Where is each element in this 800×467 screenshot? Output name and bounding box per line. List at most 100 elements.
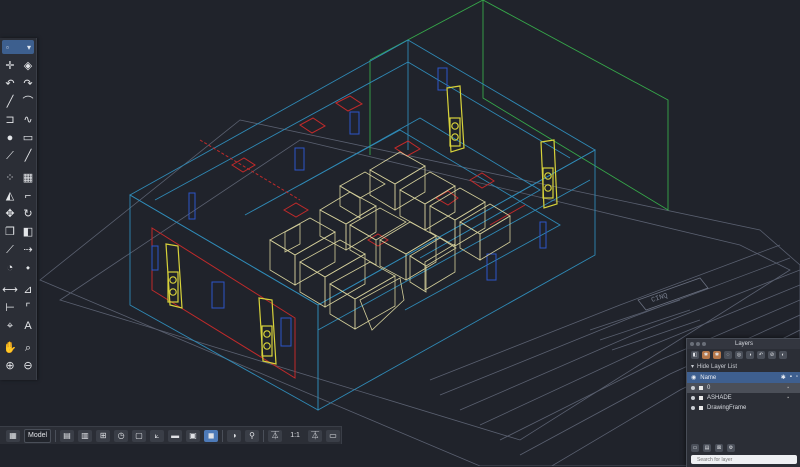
freeze-column-icon: ✱ [780,375,786,381]
layers-panel-titlebar[interactable]: Layers [687,339,800,349]
angle-dimension-icon[interactable]: ⊿ [20,282,36,298]
block-icon[interactable]: ⁘ [2,170,18,186]
model-viewport[interactable]: CINQ [0,0,800,466]
lineweight-icon[interactable]: ▬ [168,429,183,442]
arc-icon[interactable]: ⌒ [20,94,36,110]
new-group-icon[interactable]: ▤ [703,444,711,452]
layer-search-input[interactable] [691,455,797,464]
visibility-icon[interactable] [691,386,695,390]
color-wheel-icon[interactable]: ◈ [20,58,36,74]
boolean-icon[interactable]: ◔ [2,260,18,276]
layer-list-header[interactable]: ◉ Name ✱ ▪ ▫ [687,372,800,383]
name-column-header: Name [700,374,717,381]
palette-header[interactable]: ▫ ▾ [2,40,34,54]
layer-isolate-icon[interactable]: ◎ [735,351,743,359]
visibility-icon[interactable] [691,396,695,400]
isolate-objects-icon[interactable]: ◑ [227,429,242,442]
plot-column-icon: ▫ [795,374,798,380]
redo-icon[interactable]: ↷ [20,76,36,92]
new-layer-icon[interactable]: ▭ [691,444,699,452]
annotation-scale-icon[interactable]: ⏄ [268,429,283,442]
lock-column-icon: ▪ [789,374,792,380]
line-icon[interactable]: ╱ [2,94,18,110]
mirror-icon[interactable]: ◭ [2,188,18,204]
annotation-scale-select[interactable]: 1:1 [286,430,304,442]
layers-panel-footer: ▭ ▤ ⊠ ⚙ [687,441,800,467]
layer-walk-icon[interactable]: ⊘ [768,351,776,359]
paste-icon[interactable]: ◧ [20,224,36,240]
layer-row[interactable]: 0 ▪ [687,383,800,393]
settings-gear-icon[interactable]: ⚙ [727,444,735,452]
trim-icon[interactable]: ⟋ [2,242,18,258]
close-dot[interactable] [690,342,694,346]
extend-icon[interactable]: ⇢ [20,242,36,258]
spline-icon[interactable]: ∿ [20,112,36,128]
layer-off-icon[interactable]: ◌ [724,351,732,359]
selection-cycling-icon[interactable]: ◼ [204,429,219,442]
zoom-icon[interactable]: ⌕ [20,340,36,356]
pan-icon[interactable]: ✋ [2,340,18,356]
dynamic-ucs-icon[interactable]: ⟀ [150,429,165,442]
layer-state-icon[interactable]: ◧ [691,351,699,359]
layer-lock-icon[interactable]: ✱ [713,351,721,359]
layer-row[interactable]: DrawingFrame [687,403,800,413]
zoom-out-icon[interactable]: ⊖ [20,358,36,374]
rectangle-icon[interactable]: ▭ [20,130,36,146]
minimize-dot[interactable] [696,342,700,346]
rotate-icon[interactable]: ↻ [20,206,36,222]
move-icon[interactable]: ✥ [2,206,18,222]
delete-layer-icon[interactable]: ⊠ [715,444,723,452]
layout-grid-icon[interactable]: ▦ [6,429,20,442]
hide-layer-list-toggle[interactable]: ▾ Hide Layer List [687,361,800,372]
polar-tracking-icon[interactable]: ◷ [114,429,129,442]
annotation-visibility-icon[interactable]: ⏄ [308,429,323,442]
dimension-icon[interactable]: ⟷ [2,282,18,298]
layer-color-swatch[interactable] [699,406,703,410]
chevron-down-icon: ▾ [26,43,31,52]
zoom-dot[interactable] [702,342,706,346]
status-bar: ▦ Model ▤ ▥ ⊞ ◷ ▢ ⟀ ▬ ▣ ◼ ◑ ⚲ ⏄ 1:1 ⏄ ▭ [0,426,342,444]
copy-icon[interactable]: ❐ [2,224,18,240]
magnifier-icon[interactable]: ⚲ [245,429,260,442]
layers-panel: Layers ◧ ✱ ✱ ◌ ◎ ◑ ↶ ⊘ ◐ ▾ Hide Layer Li… [686,338,800,467]
visibility-icon[interactable] [691,406,695,410]
layer-color-swatch[interactable] [699,396,703,400]
layer-match-icon[interactable]: ◑ [746,351,754,359]
layer-color-swatch[interactable] [699,386,703,390]
layer-name: DrawingFrame [707,405,747,411]
grid-display-icon[interactable]: ▤ [60,429,75,442]
move-crosshair-icon[interactable]: ✛ [2,58,18,74]
palette-menu-icon: ▫ [6,43,9,52]
leader-icon[interactable]: ⌜ [20,300,36,316]
linear-dimension-icon[interactable]: ⊢ [2,300,18,316]
layer-name: ASHADE [707,395,732,401]
eraser-icon[interactable]: ⬩ [20,260,36,276]
layer-states-toolbar: ◧ ✱ ✱ ◌ ◎ ◑ ↶ ⊘ ◐ [687,349,800,361]
polyline-icon[interactable]: ⊐ [2,112,18,128]
model-layout-select[interactable]: Model [24,428,52,443]
tool-palette: ▫ ▾ ✛ ◈ ↶ ↷ ╱ ⌒ ⊐ ∿ ● ▭ ⟋ ╱ ⁘ ▦ ◭ ⌐ ✥ ↻ … [0,38,37,380]
fillet-icon[interactable]: ⌐ [20,188,36,204]
zoom-in-icon[interactable]: ⊕ [2,358,18,374]
layer-merge-icon[interactable]: ◐ [779,351,787,359]
transparency-icon[interactable]: ▣ [186,429,201,442]
grid-array-icon[interactable]: ▦ [20,170,36,186]
workspace-icon[interactable]: ▭ [326,429,341,442]
object-snap-icon[interactable]: ▢ [132,429,147,442]
lock-icon[interactable]: ▪ [787,385,789,391]
layer-row[interactable]: ASHADE ▪ [687,393,800,403]
snap-grid-icon[interactable]: ▥ [78,429,93,442]
chevron-down-icon: ▾ [691,364,695,370]
ortho-icon[interactable]: ⊞ [96,429,111,442]
layers-panel-title: Layers [734,341,753,347]
construction-line-icon[interactable]: ⟋ [2,148,18,164]
undo-icon[interactable]: ↶ [2,76,18,92]
circle-icon[interactable]: ● [2,130,18,146]
layer-previous-icon[interactable]: ↶ [757,351,765,359]
text-icon[interactable]: A [20,318,36,334]
lock-icon[interactable]: ▪ [787,395,789,401]
ray-icon[interactable]: ╱ [20,148,36,164]
measure-icon[interactable]: ⌖ [2,318,18,334]
window-controls [690,342,706,346]
layer-freeze-icon[interactable]: ✱ [702,351,710,359]
